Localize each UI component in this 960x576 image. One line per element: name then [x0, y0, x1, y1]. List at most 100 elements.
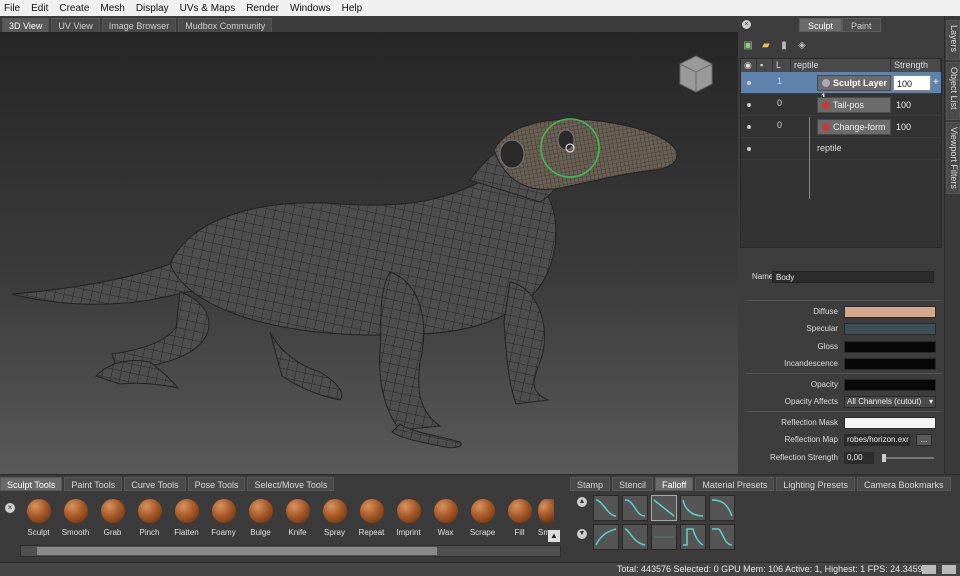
falloff-preset[interactable] [709, 524, 735, 550]
layer-strength-field[interactable]: 100 [893, 75, 931, 91]
tool-fill[interactable]: Fill [501, 499, 538, 537]
tool-grab[interactable]: Grab [94, 499, 131, 537]
close-icon[interactable]: × [742, 20, 751, 29]
tab-paint-tools[interactable]: Paint Tools [64, 477, 123, 491]
opacity-affects-dropdown[interactable]: All Channels (cutout) ▾ [844, 396, 936, 408]
reflection-mask-swatch[interactable] [844, 417, 936, 429]
tab-uv-view[interactable]: UV View [51, 18, 100, 32]
tool-tray-scrollbar[interactable] [20, 545, 561, 557]
diffuse-swatch[interactable] [844, 306, 936, 318]
layer-name-field[interactable]: Change-form [817, 119, 891, 135]
close-icon[interactable]: × [5, 503, 15, 513]
tab-paint[interactable]: Paint [842, 18, 881, 32]
tab-lighting-presets[interactable]: Lighting Presets [776, 477, 855, 491]
tab-pose-tools[interactable]: Pose Tools [187, 477, 246, 491]
falloff-preset[interactable] [593, 495, 619, 521]
layer-name-field[interactable]: Tail-pos [817, 97, 891, 113]
specular-swatch[interactable] [844, 323, 936, 335]
layer-strength-field[interactable]: 100 [893, 119, 931, 135]
tab-select-move-tools[interactable]: Select/Move Tools [247, 477, 335, 491]
folder-icon[interactable]: ▰ [760, 40, 772, 52]
layer-row-tail-pos[interactable]: 0 Tail-pos 100 [741, 94, 941, 116]
slider-handle[interactable] [882, 454, 886, 462]
scrape-tool-icon [470, 499, 495, 523]
merge-layers-icon[interactable]: ◈ [796, 40, 808, 52]
tool-knife[interactable]: Knife [279, 499, 316, 537]
visibility-icon[interactable] [747, 125, 751, 129]
visibility-icon[interactable] [747, 81, 751, 85]
menu-file[interactable]: File [4, 3, 20, 14]
layer-name-field[interactable]: Sculpt Layer 1 [817, 75, 891, 102]
tool-pinch[interactable]: Pinch [131, 499, 168, 537]
menu-render[interactable]: Render [246, 3, 279, 14]
menu-display[interactable]: Display [136, 3, 169, 14]
3d-viewport[interactable] [0, 32, 738, 474]
layer-row-sculpt-layer-1[interactable]: 1 Sculpt Layer 1 100 + [741, 72, 941, 102]
falloff-preset[interactable] [622, 524, 648, 550]
falloff-preset[interactable] [709, 495, 735, 521]
visibility-icon[interactable] [747, 103, 751, 107]
tab-sculpt[interactable]: Sculpt [799, 18, 843, 32]
visibility-icon[interactable] [747, 147, 751, 151]
reflection-map-row: Reflection Map robes/horizon.exr ... [740, 433, 942, 447]
falloff-preset[interactable] [651, 524, 677, 550]
tab-stamp[interactable]: Stamp [570, 477, 611, 491]
browse-button[interactable]: ... [916, 434, 932, 446]
scrollbar-thumb[interactable] [37, 547, 437, 555]
tool-imprint[interactable]: Imprint [390, 499, 427, 537]
incandescence-swatch[interactable] [844, 358, 936, 370]
falloff-preset[interactable] [680, 495, 706, 521]
layer-row-change-form[interactable]: 0 Change-form 100 [741, 116, 941, 138]
chevron-up-icon[interactable]: ▲ [577, 497, 587, 507]
reflection-strength-slider[interactable] [882, 457, 934, 459]
gloss-swatch[interactable] [844, 341, 936, 353]
add-icon[interactable]: + [933, 77, 939, 88]
name-field[interactable]: Body [772, 271, 934, 283]
tab-stencil[interactable]: Stencil [612, 477, 654, 491]
tool-sculpt[interactable]: Sculpt [20, 499, 57, 537]
new-layer-icon[interactable]: ▣ [742, 40, 754, 52]
tool-wax[interactable]: Wax [427, 499, 464, 537]
menu-mesh[interactable]: Mesh [100, 3, 124, 14]
tool-foamy[interactable]: Foamy [205, 499, 242, 537]
status-button[interactable] [942, 565, 956, 574]
tool-scrape[interactable]: Scrape [464, 499, 501, 537]
menu-uvs-maps[interactable]: UVs & Maps [180, 3, 236, 14]
layer-row-base[interactable]: reptile [741, 138, 941, 160]
falloff-preset[interactable] [680, 524, 706, 550]
tool-smooth[interactable]: Smooth [57, 499, 94, 537]
scroll-up-arrow-icon[interactable]: ▲ [548, 530, 560, 542]
tool-repeat[interactable]: Repeat [353, 499, 390, 537]
menu-help[interactable]: Help [342, 3, 363, 14]
trash-icon[interactable]: ▮ [778, 40, 790, 52]
reflection-map-field[interactable]: robes/horizon.exr [844, 434, 910, 446]
tab-mudbox-community[interactable]: Mudbox Community [178, 18, 273, 32]
chevron-down-icon[interactable]: ▼ [577, 529, 587, 539]
menu-create[interactable]: Create [59, 3, 89, 14]
tool-flatten[interactable]: Flatten [168, 499, 205, 537]
reflection-strength-field[interactable]: 0,00 [844, 452, 874, 464]
view-cube[interactable] [676, 52, 716, 96]
menu-edit[interactable]: Edit [31, 3, 48, 14]
tab-material-presets[interactable]: Material Presets [695, 477, 775, 491]
tab-viewport-filters[interactable]: Viewport Filters [946, 122, 960, 194]
tab-falloff[interactable]: Falloff [655, 477, 694, 491]
status-button[interactable] [922, 565, 936, 574]
tab-curve-tools[interactable]: Curve Tools [124, 477, 186, 491]
tab-sculpt-tools[interactable]: Sculpt Tools [0, 477, 63, 491]
tool-spray[interactable]: Spray [316, 499, 353, 537]
layer-strength-field[interactable]: 100 [893, 97, 931, 113]
tab-camera-bookmarks[interactable]: Camera Bookmarks [856, 477, 951, 491]
tab-object-list[interactable]: Object List [946, 62, 960, 120]
falloff-preset[interactable] [593, 524, 619, 550]
opacity-affects-row: Opacity Affects All Channels (cutout) ▾ [740, 395, 942, 409]
tab-layers[interactable]: Layers [946, 20, 960, 60]
tab-3d-view[interactable]: 3D View [2, 18, 50, 32]
opacity-swatch[interactable] [844, 379, 936, 391]
menu-windows[interactable]: Windows [290, 3, 331, 14]
falloff-preset[interactable] [622, 495, 648, 521]
viewport-tabs: 3D View UV View Image Browser Mudbox Com… [0, 16, 738, 32]
tool-bulge[interactable]: Bulge [242, 499, 279, 537]
tab-image-browser[interactable]: Image Browser [101, 18, 177, 32]
falloff-preset-selected[interactable] [651, 495, 677, 521]
